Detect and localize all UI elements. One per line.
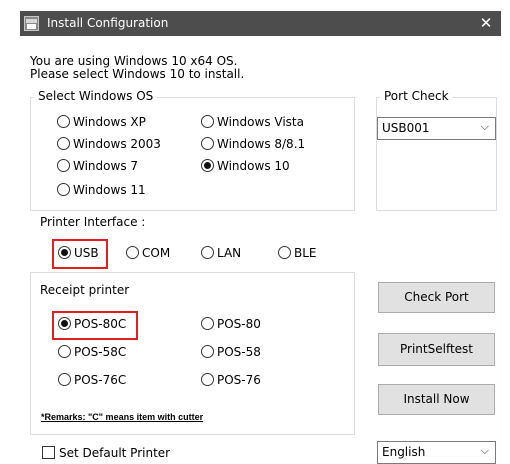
radio-windows-10[interactable]: Windows 10 [201, 158, 290, 174]
print-selftest-button[interactable]: PrintSelftest [378, 333, 495, 366]
radio-label: BLE [294, 246, 317, 260]
radio-indicator-checked [201, 159, 214, 172]
checkbox-label: Set Default Printer [59, 446, 171, 460]
os-instruction-text: Please select Windows 10 to install. [30, 67, 245, 81]
radio-windows-8[interactable]: Windows 8/8.1 [201, 136, 305, 152]
chevron-down-icon: ⌵ [480, 444, 489, 457]
receipt-printer-title: Receipt printer [40, 283, 130, 297]
radio-label: POS-80 [217, 317, 261, 331]
radio-indicator [57, 115, 70, 128]
printer-interface-label: Printer Interface : [40, 215, 146, 229]
app-icon [24, 16, 39, 31]
radio-label: Windows 11 [73, 183, 146, 197]
radio-usb[interactable]: USB [58, 245, 99, 261]
radio-label: POS-80C [74, 317, 127, 331]
port-select-value: USB001 [382, 121, 430, 135]
checkbox-indicator [42, 446, 55, 459]
radio-pos-80[interactable]: POS-80 [201, 316, 261, 332]
radio-indicator [57, 159, 70, 172]
radio-pos-76[interactable]: POS-76 [201, 372, 261, 388]
radio-pos-58[interactable]: POS-58 [201, 344, 261, 360]
radio-indicator [57, 183, 70, 196]
language-select[interactable]: English ⌵ [377, 441, 496, 464]
os-info-text: You are using Windows 10 x64 OS. [30, 54, 238, 68]
radio-indicator-checked [58, 317, 71, 330]
radio-label: Windows 7 [73, 159, 139, 173]
radio-pos-80c[interactable]: POS-80C [58, 316, 126, 332]
radio-label: USB [74, 246, 99, 260]
radio-label: Windows Vista [217, 115, 304, 129]
set-default-printer-checkbox[interactable]: Set Default Printer [42, 446, 170, 460]
radio-windows-xp[interactable]: Windows XP [57, 114, 146, 130]
radio-indicator [201, 373, 214, 386]
port-select[interactable]: USB001 ⌵ [377, 117, 496, 140]
radio-indicator-checked [58, 246, 71, 259]
radio-indicator [201, 115, 214, 128]
language-select-value: English [382, 445, 426, 459]
windows-os-group-title: Select Windows OS [34, 89, 158, 103]
radio-label: POS-76C [74, 373, 127, 387]
radio-label: COM [142, 246, 171, 260]
radio-indicator [201, 246, 214, 259]
close-button[interactable]: ✕ [471, 11, 501, 36]
radio-indicator [58, 373, 71, 386]
radio-label: POS-76 [217, 373, 261, 387]
radio-pos-58c[interactable]: POS-58C [58, 344, 126, 360]
radio-label: POS-58 [217, 345, 261, 359]
radio-windows-vista[interactable]: Windows Vista [201, 114, 304, 130]
radio-indicator [57, 137, 70, 150]
radio-windows-7[interactable]: Windows 7 [57, 158, 138, 174]
radio-label: POS-58C [74, 345, 127, 359]
check-port-button[interactable]: Check Port [378, 282, 495, 313]
radio-indicator [278, 246, 291, 259]
radio-ble[interactable]: BLE [278, 245, 317, 261]
radio-label: LAN [217, 246, 242, 260]
radio-indicator [58, 345, 71, 358]
radio-com[interactable]: COM [126, 245, 170, 261]
radio-label: Windows 10 [217, 159, 290, 173]
close-icon: ✕ [479, 14, 493, 32]
radio-indicator [201, 345, 214, 358]
radio-indicator [201, 137, 214, 150]
radio-label: Windows 2003 [73, 137, 161, 151]
chevron-down-icon: ⌵ [480, 120, 489, 133]
radio-windows-11[interactable]: Windows 11 [57, 182, 146, 198]
port-check-group [376, 97, 497, 211]
install-now-button[interactable]: Install Now [378, 384, 495, 415]
radio-label: Windows XP [73, 115, 146, 129]
cutter-remarks: *Remarks: "C" means item with cutter [41, 412, 204, 422]
port-check-title: Port Check [380, 89, 453, 103]
radio-indicator [126, 246, 139, 259]
radio-lan[interactable]: LAN [201, 245, 241, 261]
radio-label: Windows 8/8.1 [217, 137, 306, 151]
radio-windows-2003[interactable]: Windows 2003 [57, 136, 161, 152]
title-bar[interactable]: Install Configuration ✕ [20, 11, 501, 36]
radio-pos-76c[interactable]: POS-76C [58, 372, 126, 388]
radio-indicator [201, 317, 214, 330]
window-title: Install Configuration [47, 16, 169, 30]
